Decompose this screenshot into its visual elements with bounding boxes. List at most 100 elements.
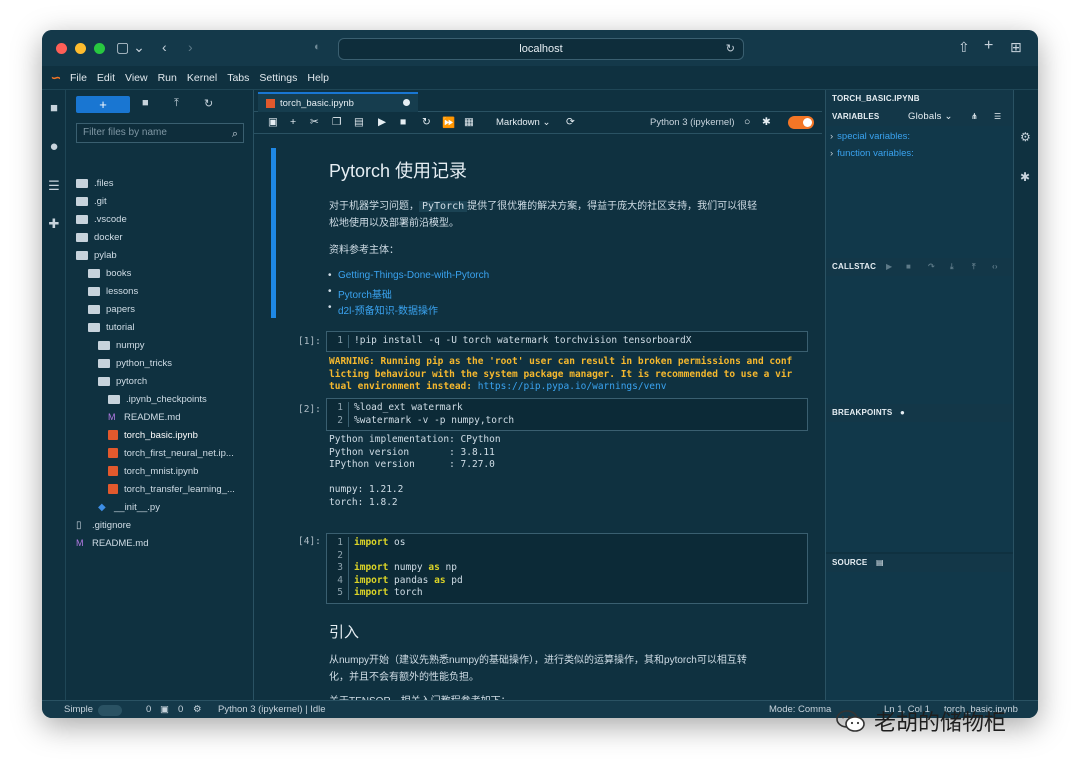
link-d2l[interactable]: d2l-预备知识-数据操作	[328, 302, 438, 317]
file-tree-item[interactable]: ◆ __init__.py	[98, 498, 160, 516]
file-tree-item[interactable]: python_tricks	[98, 354, 172, 372]
running-kernels-icon[interactable]: ●	[47, 138, 61, 155]
extensions-icon[interactable]: ✚	[47, 216, 61, 232]
file-tree-item[interactable]: books	[88, 264, 131, 282]
new-launcher-button[interactable]: +	[76, 96, 130, 113]
remove-breakpoints-icon[interactable]: ●	[900, 404, 905, 422]
table-of-contents-icon[interactable]: ☰	[47, 178, 61, 194]
close-window-button[interactable]	[56, 42, 67, 54]
debugger-icon[interactable]: ✱	[762, 116, 771, 128]
debugger-toggle[interactable]	[788, 116, 814, 129]
file-tree-item[interactable]: lessons	[88, 282, 138, 300]
grid-icon[interactable]: ▦	[464, 116, 474, 128]
folder-icon	[98, 340, 110, 350]
tab-overview-icon[interactable]: ⊞	[1010, 39, 1022, 56]
run-icon[interactable]: ▶	[378, 116, 386, 128]
file-tree-item[interactable]: .vscode	[76, 210, 127, 228]
terminate-icon[interactable]: ■	[906, 258, 911, 276]
active-cell-indicator	[271, 148, 276, 318]
kernel-name[interactable]: Python 3 (ipykernel)	[650, 117, 734, 128]
privacy-shield-icon[interactable]: ◐	[314, 41, 321, 53]
back-icon[interactable]: ‹	[162, 39, 167, 55]
terminals-count[interactable]: 0	[146, 704, 151, 715]
sidebar-toggle-icon[interactable]: ▢ ⌄	[116, 39, 145, 56]
link-pytorch-basics[interactable]: Pytorch基础	[328, 286, 392, 301]
refresh-icon[interactable]: ↻	[204, 97, 213, 110]
paste-icon[interactable]: ▤	[354, 116, 364, 128]
minimize-window-button[interactable]	[75, 42, 86, 54]
file-tree-item[interactable]: papers	[88, 300, 135, 318]
file-tree-item[interactable]: .files	[76, 174, 114, 192]
file-tree-item[interactable]: M README.md	[76, 534, 148, 552]
file-tree-item[interactable]: .git	[76, 192, 107, 210]
continue-icon[interactable]: ▶	[886, 258, 892, 276]
menu-help[interactable]: Help	[307, 72, 329, 84]
file-tree-item[interactable]: torch_basic.ipynb	[108, 426, 198, 444]
menu-tabs[interactable]: Tabs	[227, 72, 249, 84]
file-tree-item[interactable]: docker	[76, 228, 123, 246]
code-cell-1[interactable]: 1 !pip install -q -U torch watermark torc…	[326, 331, 808, 352]
left-activity-bar: ■ ● ☰ ✚	[42, 90, 66, 702]
save-icon[interactable]: ▣	[268, 116, 278, 128]
step-over-icon[interactable]: ↷	[928, 258, 935, 276]
file-tree-item[interactable]: torch_transfer_learning_...	[108, 480, 235, 498]
file-filter-input[interactable]: Filter files by name ⌕	[76, 123, 244, 143]
menu-settings[interactable]: Settings	[259, 72, 297, 84]
forward-icon[interactable]: ›	[188, 39, 193, 55]
menu-kernel[interactable]: Kernel	[187, 72, 217, 84]
file-name: pylab	[94, 249, 117, 261]
restart-icon[interactable]: ↻	[422, 116, 431, 128]
tree-view-icon[interactable]: ⋔	[971, 108, 978, 126]
pip-warning-link[interactable]: https://pip.pypa.io/warnings/venv	[478, 381, 667, 392]
insert-cell-icon[interactable]: +	[290, 116, 296, 128]
zoom-window-button[interactable]	[94, 42, 105, 54]
property-inspector-icon[interactable]: ⚙	[1020, 130, 1031, 144]
kernel-status-text[interactable]: Python 3 (ipykernel) | Idle	[218, 704, 326, 715]
code-cell-2[interactable]: 1 %load_ext watermark 2 %watermark -v -p n…	[326, 398, 808, 432]
new-folder-icon[interactable]: ■	[142, 97, 149, 109]
simple-mode-toggle[interactable]	[98, 705, 122, 716]
stop-icon[interactable]: ■	[400, 116, 406, 128]
reload-icon[interactable]: ↻	[726, 42, 735, 55]
function-variables-item[interactable]: function variables:	[826, 145, 1014, 162]
evaluate-icon[interactable]: ‹›	[992, 258, 998, 276]
file-tree-item[interactable]: numpy	[98, 336, 145, 354]
kernel-icon: ⚙	[193, 704, 202, 715]
cut-icon[interactable]: ✂	[310, 116, 319, 128]
file-tree-item[interactable]: pytorch	[98, 372, 147, 390]
upload-icon[interactable]: ⤒	[174, 97, 179, 110]
menu-file[interactable]: File	[70, 72, 87, 84]
new-tab-icon[interactable]: +	[984, 37, 993, 55]
share-icon[interactable]: ⇧	[958, 39, 970, 56]
address-bar[interactable]: localhost ↻	[338, 38, 744, 60]
code-text: torch	[388, 587, 423, 599]
file-tree-item[interactable]: torch_first_neural_net.ip...	[108, 444, 234, 462]
scope-select[interactable]: Globals ⌄	[908, 108, 953, 126]
file-tree-item[interactable]: tutorial	[88, 318, 135, 336]
copy-icon[interactable]: ❐	[332, 116, 341, 128]
special-variables-item[interactable]: special variables:	[826, 128, 1014, 145]
git-icon[interactable]: ⟳	[566, 116, 575, 128]
menu-view[interactable]: View	[125, 72, 148, 84]
menu-run[interactable]: Run	[158, 72, 177, 84]
unsaved-indicator-icon[interactable]	[403, 99, 410, 106]
kernels-count[interactable]: 0	[178, 704, 183, 715]
step-in-icon[interactable]: ⤓	[950, 258, 954, 276]
file-tree-item[interactable]: torch_mnist.ipynb	[108, 462, 198, 480]
file-tree-item[interactable]: M README.md	[108, 408, 180, 426]
cell-type-select[interactable]: Markdown ⌄	[496, 117, 550, 128]
menu-edit[interactable]: Edit	[97, 72, 115, 84]
code-cell-4[interactable]: 1 import os 2 3 import numpy as np 4 import…	[326, 533, 808, 604]
file-name: .gitignore	[92, 519, 132, 531]
table-view-icon[interactable]: ☰	[994, 108, 1001, 126]
tab-torch-basic[interactable]: torch_basic.ipynb	[258, 92, 418, 112]
link-getting-things-done[interactable]: Getting-Things-Done-with-Pytorch	[328, 270, 489, 281]
file-browser-icon[interactable]: ■	[47, 100, 61, 115]
file-tree-item[interactable]: ▯ .gitignore	[76, 516, 131, 534]
file-tree-item[interactable]: pylab	[76, 246, 117, 264]
restart-run-all-icon[interactable]: ⏩	[442, 116, 455, 129]
debugger-sidebar-icon[interactable]: ✱	[1020, 170, 1030, 184]
open-source-icon[interactable]: ▤	[876, 554, 884, 572]
file-tree-item[interactable]: .ipynb_checkpoints	[108, 390, 207, 408]
step-out-icon[interactable]: ⤒	[972, 258, 976, 276]
